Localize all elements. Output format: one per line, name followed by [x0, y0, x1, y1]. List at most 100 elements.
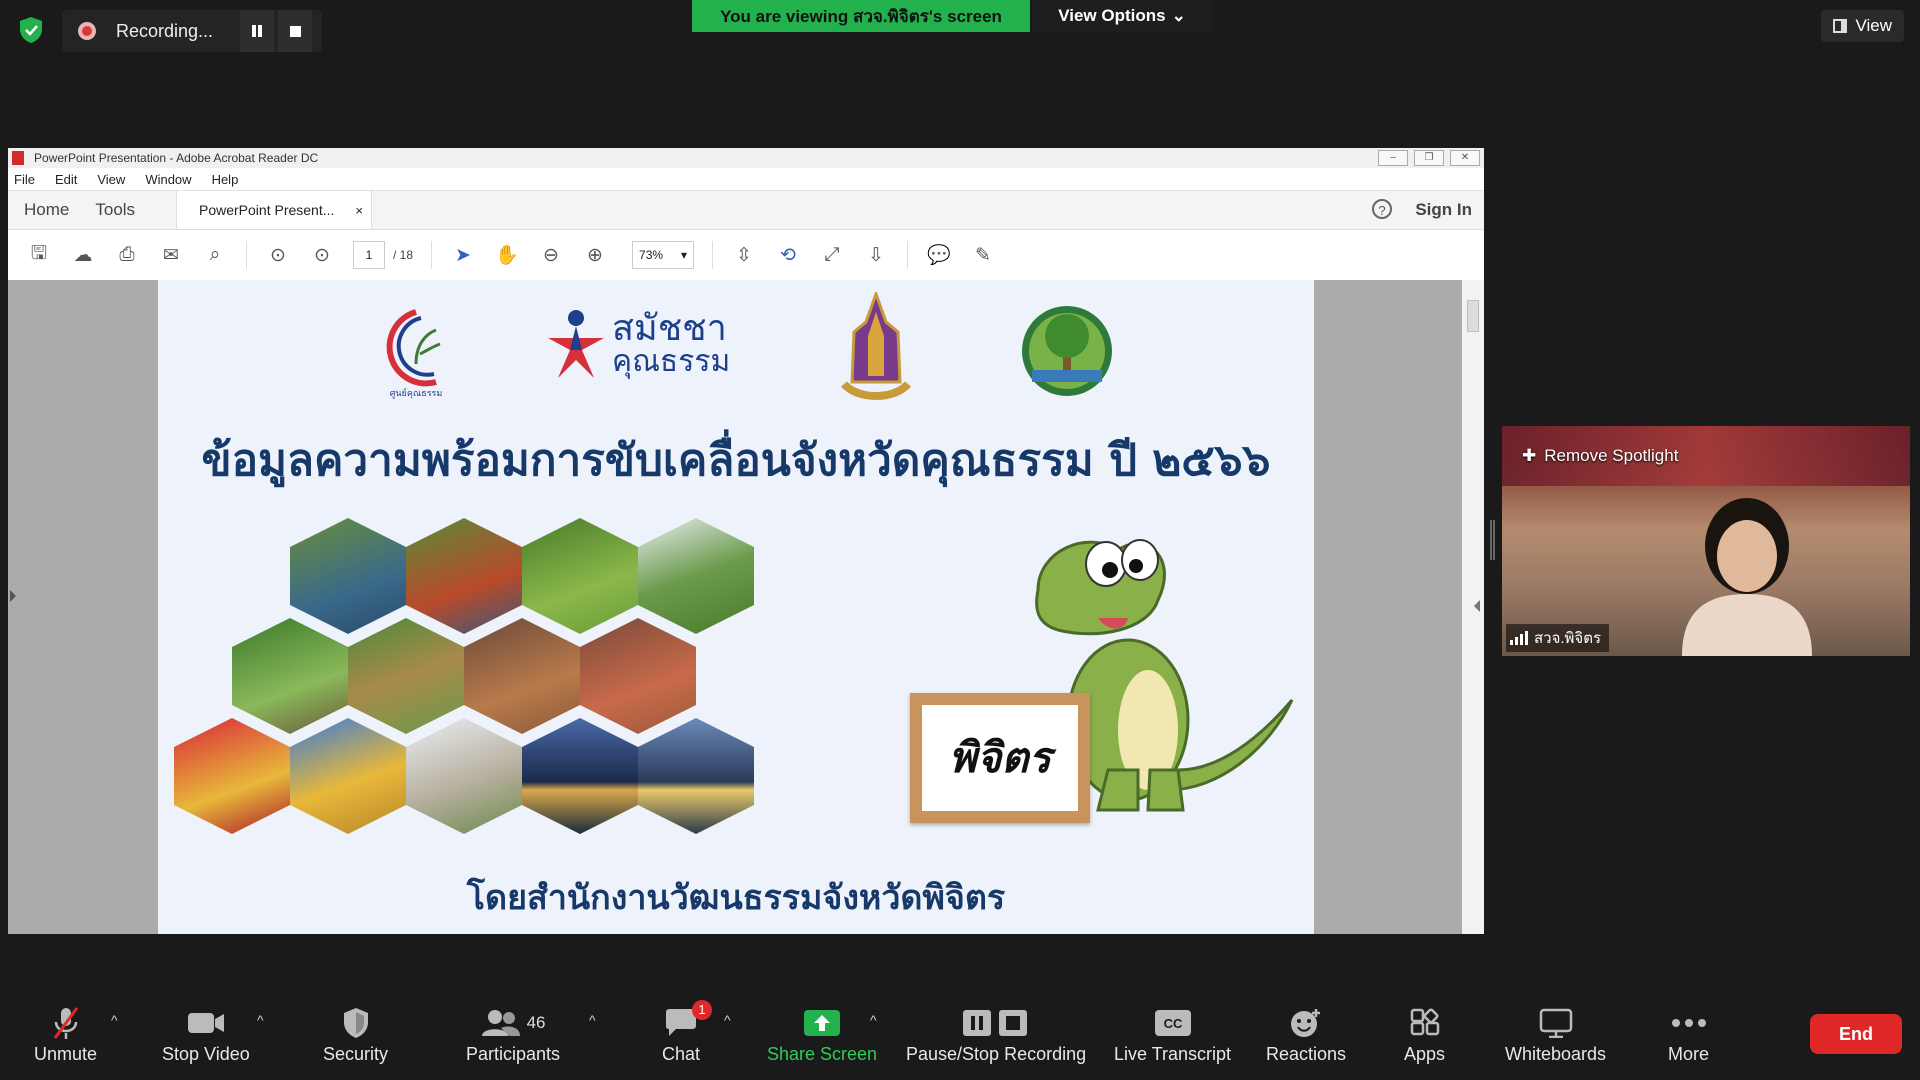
minimize-button[interactable]: –: [1378, 150, 1408, 166]
chat-button[interactable]: 1 Chat: [662, 1000, 713, 1065]
pause-recording-button[interactable]: [240, 10, 274, 52]
zoom-out-icon[interactable]: ⊖: [538, 242, 564, 268]
save-icon[interactable]: 🖫: [26, 242, 52, 268]
chevron-down-icon: ▾: [680, 248, 688, 262]
zoom-in-icon[interactable]: ⊕: [582, 242, 608, 268]
slide-title: ข้อมูลความพร้อมการขับเคลื่อนจังหวัดคุณธร…: [201, 435, 1271, 486]
left-panel-toggle-icon[interactable]: [10, 590, 16, 602]
view-options-button[interactable]: View Options ⌄: [1032, 0, 1212, 32]
vertical-scrollbar[interactable]: [1462, 280, 1484, 934]
collage-photo: [638, 518, 754, 634]
search-icon[interactable]: ⌕: [202, 242, 228, 268]
participants-options-caret-icon[interactable]: ^: [589, 1012, 596, 1028]
pause-stop-recording-button[interactable]: Pause/Stop Recording: [906, 1004, 1086, 1065]
remove-spotlight-button[interactable]: ✚ Remove Spotlight: [1522, 446, 1678, 466]
collage-photo: [638, 718, 754, 834]
participant-video: [1682, 498, 1812, 656]
chat-unread-badge: 1: [692, 1000, 713, 1020]
menu-file[interactable]: File: [14, 172, 35, 187]
sign-in-button[interactable]: Sign In: [1415, 200, 1472, 220]
samatcha-kunnatham-logo: สมัชชา คุณธรรม: [544, 308, 730, 380]
tab-home[interactable]: Home: [24, 200, 69, 220]
audio-options-caret-icon[interactable]: ^: [111, 1012, 118, 1028]
upload-cloud-icon[interactable]: ☁: [70, 242, 96, 268]
next-page-icon[interactable]: ⊙: [309, 242, 335, 268]
highlight-pen-icon[interactable]: ✎: [970, 242, 996, 268]
more-label: More: [1668, 1044, 1710, 1064]
panel-splitter-handle[interactable]: [1490, 520, 1495, 560]
collage-photo: [406, 718, 522, 834]
chat-options-caret-icon[interactable]: ^: [724, 1012, 731, 1028]
previous-page-icon[interactable]: ⊙: [265, 242, 291, 268]
spotlight-video-tile: ✚ Remove Spotlight สวจ.พิจิตร: [1502, 426, 1910, 656]
pause-stop-recording-label: Pause/Stop Recording: [906, 1044, 1087, 1064]
star-people-icon: [548, 310, 604, 378]
acrobat-tab-bar: Home Tools PowerPoint Present... × ? Sig…: [8, 191, 1484, 230]
signal-strength-icon: [1510, 631, 1528, 645]
reactions-button[interactable]: Reactions: [1266, 1004, 1346, 1065]
more-button[interactable]: More: [1668, 1004, 1709, 1065]
tab-document[interactable]: PowerPoint Present... ×: [176, 191, 372, 229]
security-button[interactable]: Security: [323, 1004, 388, 1065]
chat-label: Chat: [662, 1044, 701, 1064]
svg-text:CC: CC: [1163, 1016, 1182, 1031]
security-label: Security: [323, 1044, 389, 1064]
share-screen-button[interactable]: Share Screen: [767, 1004, 877, 1065]
menu-help[interactable]: Help: [212, 172, 239, 187]
sign-text: พิจิตร: [922, 705, 1078, 811]
zoom-select[interactable]: 73% ▾: [632, 241, 695, 269]
pause-icon: [252, 25, 262, 37]
rotate-view-icon[interactable]: ⟲: [775, 242, 801, 268]
page-number-input[interactable]: 1: [353, 241, 385, 269]
collage-photo: [406, 518, 522, 634]
window-titlebar: PowerPoint Presentation - Adobe Acrobat …: [8, 148, 1484, 168]
help-icon[interactable]: ?: [1372, 199, 1392, 219]
moral-center-logo: ศูนย์คุณธรรม: [386, 309, 443, 399]
security-shield-icon: [342, 1004, 370, 1042]
acrobat-app-icon: [12, 151, 24, 165]
scroll-mode-icon[interactable]: ⇩: [863, 242, 889, 268]
tab-tools[interactable]: Tools: [95, 200, 135, 220]
logo-text-samatcha: สมัชชา: [612, 308, 727, 349]
email-icon[interactable]: ✉: [158, 242, 184, 268]
collage-photo: [232, 618, 348, 734]
close-window-button[interactable]: ✕: [1450, 150, 1480, 166]
hand-tool-icon[interactable]: ✋: [494, 242, 520, 268]
window-title: PowerPoint Presentation - Adobe Acrobat …: [34, 151, 319, 165]
restore-button[interactable]: ❐: [1414, 150, 1444, 166]
stop-icon: [289, 25, 301, 37]
share-options-caret-icon[interactable]: ^: [870, 1012, 877, 1028]
svg-text:ศูนย์คุณธรรม: ศูนย์คุณธรรม: [390, 387, 443, 399]
end-meeting-button[interactable]: End: [1810, 1014, 1902, 1054]
full-screen-icon[interactable]: ⤢: [819, 242, 845, 268]
print-icon[interactable]: ⎙: [114, 242, 140, 268]
live-transcript-button[interactable]: CC Live Transcript: [1114, 1004, 1231, 1065]
video-options-caret-icon[interactable]: ^: [257, 1012, 264, 1028]
stop-video-button[interactable]: Stop Video: [162, 1004, 250, 1065]
collage-photo: [580, 618, 696, 734]
menu-window[interactable]: Window: [145, 172, 191, 187]
apps-button[interactable]: Apps: [1404, 1004, 1445, 1065]
phichit-province-seal: [1022, 306, 1112, 396]
select-cursor-icon[interactable]: ➤: [450, 242, 476, 268]
menu-edit[interactable]: Edit: [55, 172, 77, 187]
collapse-panel-icon[interactable]: [1474, 600, 1480, 612]
view-layout-button[interactable]: View: [1821, 10, 1904, 42]
fit-page-icon[interactable]: ⇳: [731, 242, 757, 268]
document-view[interactable]: ศูนย์คุณธรรม สมัชชา คุณธรรม ข้อมูลความพร…: [8, 280, 1484, 934]
phichit-sign-board: พิจิตร: [910, 693, 1090, 823]
menu-view[interactable]: View: [97, 172, 125, 187]
apps-icon: [1410, 1004, 1440, 1042]
participants-count: 46: [526, 1013, 546, 1032]
close-tab-icon[interactable]: ×: [355, 203, 363, 218]
stop-recording-button[interactable]: [278, 10, 312, 52]
whiteboards-button[interactable]: Whiteboards: [1505, 1004, 1606, 1065]
encryption-shield-icon[interactable]: [18, 16, 44, 44]
unmute-button[interactable]: Unmute: [34, 1004, 97, 1065]
participants-button[interactable]: 46 Participants: [466, 1004, 560, 1065]
comment-icon[interactable]: 💬: [926, 242, 952, 268]
view-options-label: View Options: [1058, 6, 1166, 25]
scrollbar-thumb[interactable]: [1467, 300, 1479, 332]
collage-photo: [290, 518, 406, 634]
participant-name: สวจ.พิจิตร: [1534, 630, 1602, 647]
